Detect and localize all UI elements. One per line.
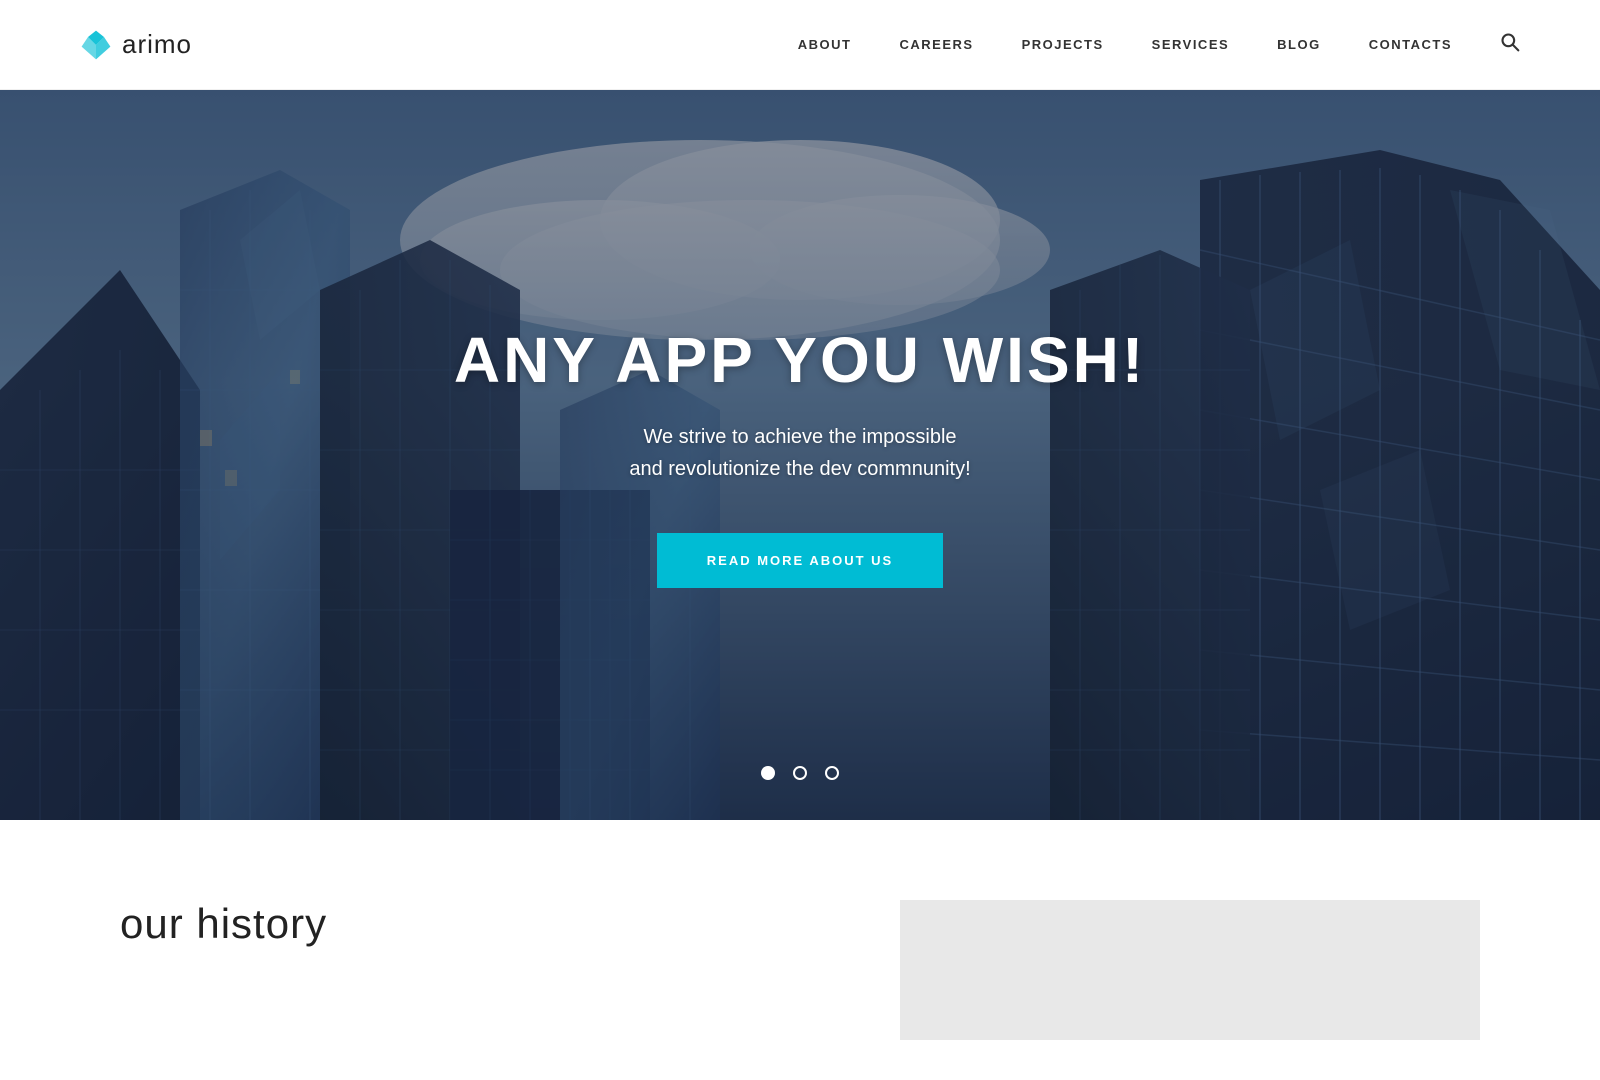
hero-subtitle: We strive to achieve the impossible and …: [454, 421, 1146, 485]
site-header: arimo ABOUT CAREERS PROJECTS SERVICES BL…: [0, 0, 1600, 90]
logo[interactable]: arimo: [80, 29, 192, 61]
nav-services[interactable]: SERVICES: [1152, 37, 1230, 52]
history-title: our history: [120, 900, 800, 948]
carousel-dot-2[interactable]: [793, 766, 807, 780]
hero-cta-button[interactable]: READ MORE ABOUT US: [657, 533, 943, 588]
carousel-dot-3[interactable]: [825, 766, 839, 780]
hero-title: ANY APP YOU WISH!: [454, 323, 1146, 397]
hero-subtitle-line1: We strive to achieve the impossible: [643, 426, 956, 448]
logo-text: arimo: [122, 29, 192, 60]
search-icon[interactable]: [1500, 32, 1520, 57]
history-image-placeholder: [900, 900, 1480, 1040]
nav-contacts[interactable]: CONTACTS: [1369, 37, 1452, 52]
nav-about[interactable]: ABOUT: [798, 37, 852, 52]
nav-projects[interactable]: PROJECTS: [1022, 37, 1104, 52]
carousel-dot-1[interactable]: [761, 766, 775, 780]
nav-blog[interactable]: BLOG: [1277, 37, 1321, 52]
carousel-dots: [761, 766, 839, 780]
logo-icon: [80, 29, 112, 61]
history-section: our history: [120, 900, 800, 948]
hero-subtitle-line2: and revolutionize the dev commnunity!: [629, 458, 970, 480]
below-hero-section: our history: [0, 820, 1600, 1080]
nav-careers[interactable]: CAREERS: [900, 37, 974, 52]
main-nav: ABOUT CAREERS PROJECTS SERVICES BLOG CON…: [798, 32, 1520, 57]
hero-content: ANY APP YOU WISH! We strive to achieve t…: [454, 323, 1146, 588]
hero-section: ANY APP YOU WISH! We strive to achieve t…: [0, 90, 1600, 820]
